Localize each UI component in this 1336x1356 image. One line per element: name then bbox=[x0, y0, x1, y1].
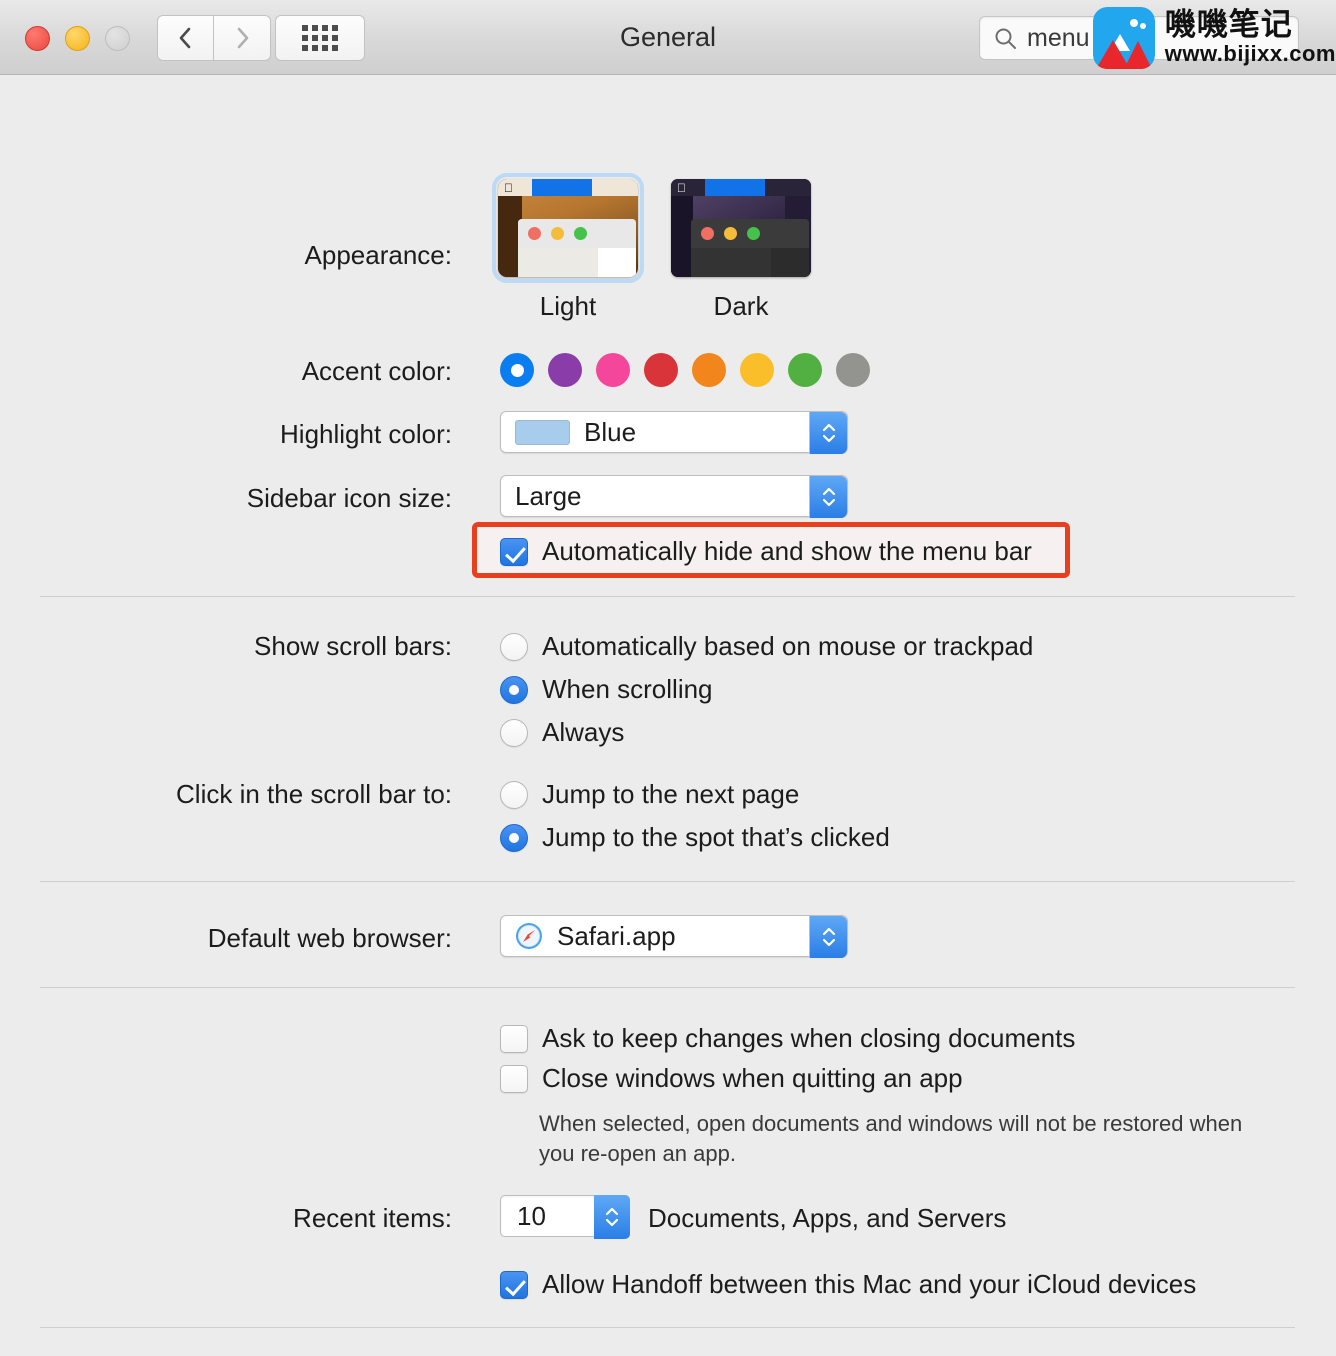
default-browser-value: Safari.app bbox=[557, 920, 676, 951]
mountain-photo-logo-icon bbox=[1092, 7, 1155, 69]
click-scroll-bar-radio-group: Jump to the next page Jump to the spot t… bbox=[500, 779, 890, 865]
recent-items-value: 10 bbox=[517, 1200, 546, 1231]
accent-swatch-red[interactable] bbox=[644, 353, 678, 387]
radio-always[interactable] bbox=[500, 718, 528, 747]
radio-row-automatic[interactable]: Automatically based on mouse or trackpad bbox=[500, 631, 1033, 662]
appearance-thumbnail-dark[interactable]:  bbox=[671, 179, 811, 277]
menu-bar-checkbox-row[interactable]: Automatically hide and show the menu bar bbox=[500, 536, 1032, 567]
appearance-label-dark: Dark bbox=[713, 291, 769, 321]
close-windows-label: Close windows when quitting an app bbox=[542, 1063, 963, 1093]
section-divider-1 bbox=[40, 596, 1295, 597]
chevron-down-icon bbox=[822, 434, 835, 443]
radio-label-spot-clicked: Jump to the spot that’s clicked bbox=[542, 822, 890, 852]
ask-keep-changes-checkbox[interactable] bbox=[500, 1024, 528, 1053]
default-browser-popup[interactable]: Safari.app bbox=[500, 915, 848, 958]
close-windows-row[interactable]: Close windows when quitting an app bbox=[500, 1063, 963, 1094]
accent-swatch-purple[interactable] bbox=[548, 353, 582, 387]
radio-label-automatic: Automatically based on mouse or trackpad bbox=[542, 631, 1034, 661]
accent-swatch-orange[interactable] bbox=[692, 353, 726, 387]
watermark-brand: 嘰嘰笔记 bbox=[1164, 6, 1293, 43]
watermark-url: www.bijixx.com bbox=[1164, 41, 1336, 67]
handoff-checkbox[interactable] bbox=[500, 1270, 528, 1299]
radio-label-always: Always bbox=[542, 717, 625, 747]
show-scroll-bars-radio-group: Automatically based on mouse or trackpad… bbox=[500, 631, 1033, 760]
radio-label-when-scrolling: When scrolling bbox=[542, 674, 713, 704]
safari-icon bbox=[516, 923, 542, 949]
highlight-color-swatch bbox=[515, 419, 570, 445]
default-browser-label: Default web browser: bbox=[207, 923, 452, 953]
section-divider-3 bbox=[40, 987, 1295, 988]
appearance-option-light[interactable]:  Light bbox=[492, 173, 644, 322]
recent-items-label: Recent items: bbox=[293, 1203, 452, 1233]
highlight-color-popup[interactable]: Blue bbox=[500, 411, 848, 454]
radio-automatic[interactable] bbox=[500, 632, 528, 661]
radio-row-spot-clicked[interactable]: Jump to the spot that’s clicked bbox=[500, 822, 890, 853]
accent-color-swatches bbox=[500, 353, 870, 387]
accent-color-label: Accent color: bbox=[301, 356, 452, 386]
accent-swatch-green[interactable] bbox=[788, 353, 822, 387]
radio-row-next-page[interactable]: Jump to the next page bbox=[500, 779, 890, 810]
system-preferences-window: General Appearance:  bbox=[0, 0, 1336, 1356]
appearance-label: Appearance: bbox=[304, 240, 452, 270]
chevron-down-icon bbox=[822, 498, 835, 507]
sidebar-icon-size-value: Large bbox=[515, 480, 582, 511]
radio-next-page[interactable] bbox=[500, 780, 528, 809]
section-divider-4 bbox=[40, 1327, 1295, 1328]
chevron-up-icon bbox=[822, 423, 835, 432]
highlight-color-value: Blue bbox=[584, 416, 637, 447]
accent-swatch-blue[interactable] bbox=[500, 353, 534, 387]
radio-spot-clicked[interactable] bbox=[500, 823, 528, 852]
sidebar-icon-size-label: Sidebar icon size: bbox=[246, 483, 452, 513]
highlight-color-label: Highlight color: bbox=[280, 419, 452, 449]
radio-label-next-page: Jump to the next page bbox=[542, 779, 800, 809]
watermark: 嘰嘰笔记 www.bijixx.com bbox=[1092, 7, 1336, 69]
accent-swatch-graphite[interactable] bbox=[836, 353, 870, 387]
handoff-row[interactable]: Allow Handoff between this Mac and your … bbox=[500, 1269, 1196, 1300]
appearance-thumbnail-light[interactable]:  bbox=[492, 173, 644, 283]
accent-swatch-yellow[interactable] bbox=[740, 353, 774, 387]
chevron-down-icon bbox=[605, 1218, 619, 1227]
show-scroll-bars-label: Show scroll bars: bbox=[254, 631, 452, 661]
ask-keep-changes-row[interactable]: Ask to keep changes when closing documen… bbox=[500, 1023, 1075, 1054]
handoff-label: Allow Handoff between this Mac and your … bbox=[542, 1269, 1197, 1299]
close-windows-checkbox[interactable] bbox=[500, 1064, 528, 1093]
accent-swatch-pink[interactable] bbox=[596, 353, 630, 387]
ask-keep-changes-label: Ask to keep changes when closing documen… bbox=[542, 1023, 1076, 1053]
chevron-down-icon bbox=[822, 938, 835, 947]
appearance-option-dark[interactable]:  Dark bbox=[671, 179, 811, 322]
chevron-up-icon bbox=[605, 1207, 619, 1216]
watermark-text: 嘰嘰笔记 www.bijixx.com bbox=[1165, 9, 1336, 68]
recent-items-stepper[interactable]: 10 bbox=[500, 1195, 630, 1239]
highlight-color-chevrons[interactable] bbox=[809, 412, 847, 454]
menu-bar-checkbox[interactable] bbox=[500, 537, 528, 566]
appearance-options:  Light bbox=[492, 173, 811, 322]
sidebar-icon-size-popup[interactable]: Large bbox=[500, 475, 848, 518]
sidebar-icon-size-chevrons[interactable] bbox=[809, 476, 847, 518]
radio-when-scrolling[interactable] bbox=[500, 675, 528, 704]
appearance-label-light: Light bbox=[539, 291, 597, 321]
menu-bar-checkbox-label: Automatically hide and show the menu bar bbox=[542, 536, 1032, 566]
document-help-text: When selected, open documents and window… bbox=[539, 1111, 1243, 1166]
recent-items-stepper-arrows[interactable] bbox=[594, 1195, 630, 1239]
section-divider-2 bbox=[40, 881, 1295, 882]
default-browser-chevrons[interactable] bbox=[809, 916, 847, 958]
apple-logo-icon:  bbox=[504, 181, 513, 195]
recent-items-suffix: Documents, Apps, and Servers bbox=[648, 1203, 1007, 1233]
chevron-up-icon bbox=[822, 487, 835, 496]
chevron-up-icon bbox=[822, 927, 835, 936]
radio-row-when-scrolling[interactable]: When scrolling bbox=[500, 674, 1033, 705]
search-icon bbox=[995, 28, 1016, 49]
apple-logo-icon:  bbox=[677, 181, 686, 195]
radio-row-always[interactable]: Always bbox=[500, 717, 1033, 748]
click-scroll-bar-label: Click in the scroll bar to: bbox=[176, 779, 452, 809]
